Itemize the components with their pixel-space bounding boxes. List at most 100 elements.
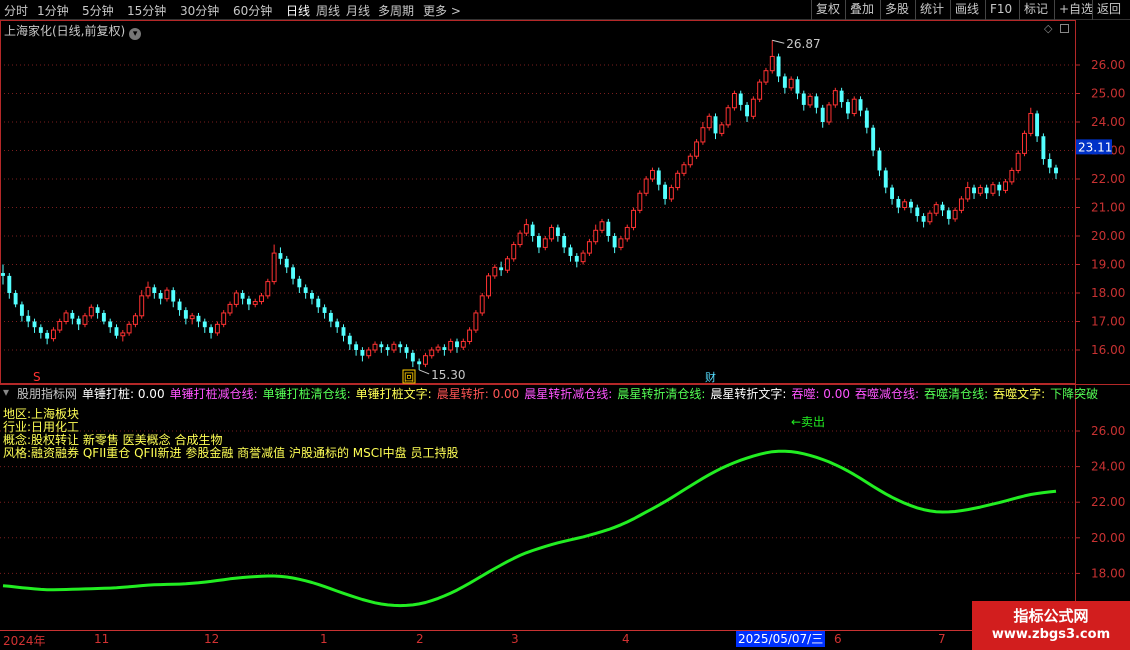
candle-body-up: [542, 238, 548, 248]
candle-body-down: [499, 267, 504, 271]
candle-body-down: [612, 236, 617, 248]
candle-body-up: [832, 90, 838, 106]
candle-body-down: [997, 184, 1002, 191]
axes: 26.0025.0024.0023.0022.0021.0020.0019.00…: [0, 20, 1130, 630]
candle-body-up: [467, 329, 473, 342]
candle-body-up: [927, 212, 933, 223]
candle-body-up: [990, 184, 996, 194]
candle-body-up: [1003, 181, 1009, 191]
date-label: 3: [511, 632, 519, 646]
candle-body-down: [385, 347, 390, 350]
candle-body-up: [750, 98, 756, 117]
candle-body-down: [379, 344, 384, 348]
candle-body-down: [341, 327, 346, 336]
candle-body-down: [820, 107, 825, 122]
candle-body-up: [902, 201, 908, 209]
candle-body-down: [776, 56, 781, 77]
candle-body-up: [650, 169, 655, 180]
indicator-value-label: 晨星转折清仓线:: [617, 387, 706, 401]
candle-body-down: [70, 312, 75, 319]
candle-body-up: [757, 81, 763, 100]
indicator-value-label: 单锤打桩清仓线:: [262, 387, 351, 401]
marker-s-icon: S: [33, 370, 41, 384]
candle-body-down: [1, 273, 5, 276]
candle-body-up: [423, 355, 428, 365]
indicator-curve: [2, 449, 1057, 608]
candle-body-down: [814, 96, 819, 108]
candle-body-down: [801, 93, 806, 105]
indicator-value-label: 吞噬清仓线:: [924, 387, 989, 401]
candle-body-up: [694, 141, 700, 157]
candle-body-up: [580, 252, 586, 263]
candle-body-down: [316, 298, 321, 308]
price-tick-label: 25.00: [1091, 87, 1125, 101]
date-label: 4: [622, 632, 630, 646]
high-price-label: 26.87: [786, 37, 820, 51]
candle-body-down: [335, 321, 340, 328]
candle-body-down: [297, 278, 302, 288]
candle-body-up: [145, 286, 151, 297]
price-tick-label: 22.00: [1091, 172, 1125, 186]
candle-body-up: [851, 98, 857, 114]
low-pointer: [418, 369, 430, 375]
candle-body-down: [347, 335, 352, 345]
candle-body-down: [745, 104, 749, 117]
marker-hui-icon: 回: [404, 372, 414, 384]
candle-body-up: [511, 244, 517, 260]
candle-body-up: [1022, 132, 1027, 154]
indicator-value-label: 吞噬: 0.00: [791, 387, 851, 401]
candle-body-up: [252, 301, 258, 305]
candle-body-up: [586, 241, 592, 254]
date-label: 7: [938, 632, 946, 646]
candle-body-up: [517, 232, 523, 246]
current-price-label: 23.11: [1078, 140, 1112, 154]
indicator-smooth-line: [2, 449, 1057, 608]
candle-body-up: [731, 93, 737, 109]
candle-body-down: [555, 227, 560, 236]
chevron-down-icon[interactable]: ▾: [129, 28, 142, 40]
candle-body-up: [977, 187, 983, 194]
candle-body-down: [171, 290, 176, 302]
candle-body-up: [624, 226, 630, 240]
diamond-icon[interactable]: ◇: [1044, 22, 1052, 35]
candle-body-down: [574, 255, 579, 262]
candle-body-down: [95, 307, 100, 313]
candle-body-up: [366, 349, 372, 357]
price-tick-label: 24.00: [1091, 115, 1125, 129]
watermark-title: 指标公式网: [1013, 607, 1089, 625]
indicator-value-label: 下降突破: [1050, 387, 1099, 401]
candle-body-up: [126, 323, 132, 334]
candle-body-down: [940, 204, 945, 211]
chart-canvas[interactable]: 26.0025.0024.0023.0022.0021.0020.0019.00…: [0, 0, 1130, 650]
candle-body-down: [32, 321, 37, 328]
indicator-value-label: 晨星转折: 0.00: [436, 387, 520, 401]
marker-cai-icon: 财: [705, 370, 716, 384]
chevron-down-icon[interactable]: ▾: [3, 385, 9, 399]
indicator-value-label: 晨星转折减仓线:: [524, 387, 613, 401]
candle-body-down: [1035, 113, 1040, 137]
candle-body-down: [398, 344, 403, 348]
candle-body-down: [738, 93, 743, 105]
candle-body-up: [593, 229, 599, 243]
candle-body-up: [675, 172, 681, 189]
candle-body-down: [354, 344, 359, 350]
price-panel-title[interactable]: 上海家化(日线,前复权) ▾: [4, 22, 142, 40]
candle-body-up: [259, 295, 264, 303]
candle-body-up: [57, 321, 63, 331]
indicator-name[interactable]: 股朋指标网: [17, 385, 77, 402]
candle-body-up: [958, 198, 964, 211]
candle-body-down: [209, 327, 214, 333]
watermark-logo: 指标公式网 www.zbgs3.com: [972, 601, 1130, 650]
candle-body-down: [108, 321, 113, 328]
candle-body-up: [50, 329, 56, 340]
candle-body-up: [725, 107, 731, 126]
low-price-label: 15.30: [431, 368, 465, 382]
candle-body-down: [291, 267, 296, 279]
indicator-value-label: 吞噬减仓线:: [855, 387, 920, 401]
candle-body-up: [1028, 112, 1034, 134]
candle-body-down: [795, 79, 800, 94]
candle-body-up: [448, 340, 454, 351]
maximize-icon[interactable]: [1060, 24, 1069, 33]
candle-body-down: [839, 90, 844, 103]
current-date-cursor: 2025/05/07/三: [736, 631, 826, 647]
